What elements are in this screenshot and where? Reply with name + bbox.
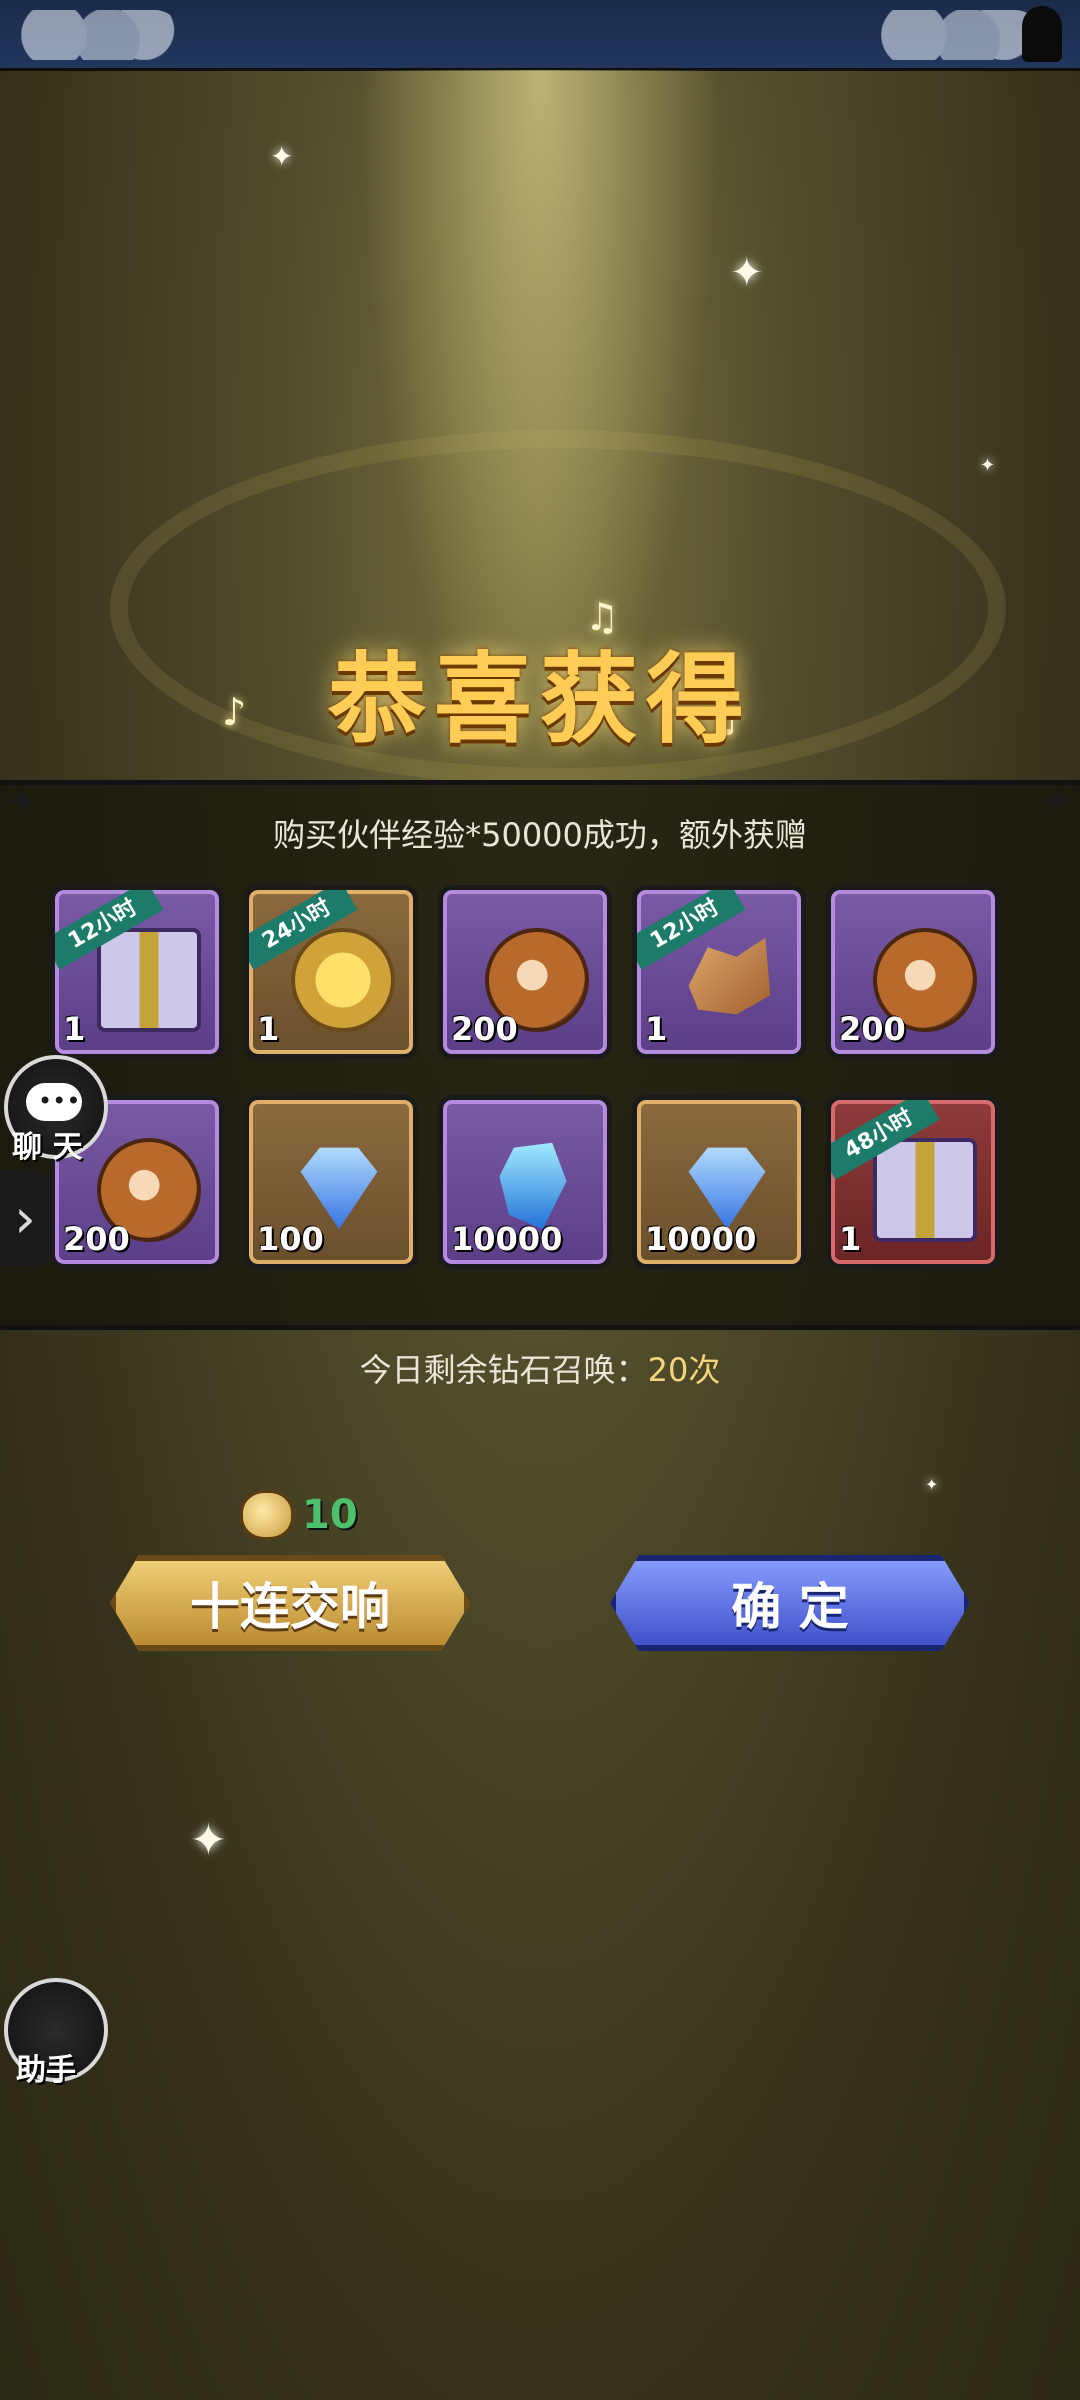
reward-quantity: 10000 bbox=[645, 1220, 757, 1258]
reward-quantity: 10000 bbox=[451, 1220, 563, 1258]
exp-gift-box-icon bbox=[873, 1138, 977, 1242]
cost-value: 10 bbox=[302, 1492, 358, 1538]
reward-quantity: 100 bbox=[257, 1220, 324, 1258]
reward-item[interactable]: 12小时 1 bbox=[50, 885, 224, 1059]
reward-quantity: 200 bbox=[839, 1010, 906, 1048]
cloud-decoration bbox=[860, 10, 1040, 60]
ten-pull-cost: 10 bbox=[240, 1490, 358, 1540]
sparkle-icon: ✦ bbox=[270, 140, 294, 173]
reward-item[interactable]: 200 bbox=[826, 885, 1000, 1059]
exp-gift-box-icon bbox=[97, 928, 201, 1032]
music-ticket-icon bbox=[240, 1490, 294, 1540]
rose-ore-icon bbox=[688, 937, 771, 1015]
summon-label: 今日剩余钻石召唤： bbox=[359, 1351, 648, 1389]
ten-pull-button[interactable]: 十连交响 bbox=[110, 1555, 470, 1651]
expand-sidebar-button[interactable]: › bbox=[0, 1170, 50, 1266]
reward-item[interactable]: 200 bbox=[438, 885, 612, 1059]
gold-coins-icon bbox=[291, 928, 395, 1032]
helper-label: 助手 bbox=[16, 2053, 76, 2088]
sparkle-icon: ✦ bbox=[925, 1475, 939, 1494]
reward-item[interactable]: 100 bbox=[244, 1095, 418, 1269]
reward-quantity: 1 bbox=[839, 1220, 862, 1258]
sparkle-icon: ✦ bbox=[980, 455, 996, 476]
reward-item[interactable]: 10000 bbox=[438, 1095, 612, 1269]
cloud-decoration bbox=[0, 10, 180, 60]
top-banner bbox=[0, 0, 1080, 71]
reward-grid: 12小时 1 24小时 1 200 12小时 1 200 200 100 10000 10000 48小… bbox=[50, 885, 1010, 1269]
sparkle-icon: ✦ bbox=[190, 1815, 227, 1866]
reward-item[interactable]: 48小时 1 bbox=[826, 1095, 1000, 1269]
sparkle-icon: ✦ bbox=[730, 250, 764, 296]
reward-quantity: 1 bbox=[645, 1010, 668, 1048]
congrats-title: 恭喜获得 bbox=[327, 642, 752, 757]
chat-label: 聊 天 bbox=[12, 1130, 83, 1165]
chevron-right-icon: › bbox=[14, 1186, 36, 1250]
confirm-button[interactable]: 确 定 bbox=[610, 1555, 970, 1651]
reward-quantity: 1 bbox=[257, 1010, 280, 1048]
purchase-message: 购买伙伴经验*50000成功，额外获赠 bbox=[273, 816, 807, 854]
summon-count: 20次 bbox=[647, 1351, 721, 1389]
reward-quantity: 1 bbox=[63, 1010, 86, 1048]
reward-quantity: 200 bbox=[451, 1010, 518, 1048]
chat-bubble-icon: ••• bbox=[26, 1083, 82, 1121]
reward-quantity: 200 bbox=[63, 1220, 130, 1258]
reward-item[interactable]: 12小时 1 bbox=[632, 885, 806, 1059]
remaining-summon-text: 今日剩余钻石召唤：20次 bbox=[0, 1345, 1080, 1391]
cat-silhouette-icon bbox=[1022, 6, 1062, 62]
reward-item[interactable]: 24小时 1 bbox=[244, 885, 418, 1059]
reward-item[interactable]: 10000 bbox=[632, 1095, 806, 1269]
